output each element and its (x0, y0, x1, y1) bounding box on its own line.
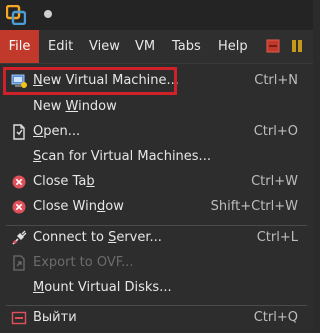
menu-item-label: Open... (33, 124, 81, 139)
status-dot (44, 10, 52, 18)
vmware-app-icon (6, 5, 26, 25)
menu-item-export-ovf[interactable]: Export to OVF... (0, 250, 313, 276)
export-icon (13, 255, 25, 271)
menu-item-label: Mount Virtual Disks... (33, 280, 172, 295)
exit-icon (11, 311, 27, 325)
menu-view[interactable]: View (89, 30, 120, 63)
menu-bar: File Edit View VM Tabs Help (0, 30, 313, 63)
menu-item-label: Выйти (33, 310, 77, 325)
menu-tabs[interactable]: Tabs (172, 30, 201, 63)
open-file-icon (13, 124, 25, 140)
menu-item-exit[interactable]: Выйти Ctrl+Q (0, 305, 313, 331)
menu-item-connect-server[interactable]: Connect to Server... Ctrl+L (0, 225, 313, 251)
close-icon (12, 175, 26, 189)
close-icon (12, 200, 26, 214)
menu-item-open[interactable]: Open... Ctrl+O (0, 119, 313, 145)
power-off-icon[interactable] (266, 39, 280, 53)
pause-icon[interactable] (290, 39, 304, 53)
shortcut-label: Ctrl+L (256, 230, 298, 245)
shortcut-label: Ctrl+N (254, 73, 298, 88)
menu-item-label: Export to OVF... (33, 255, 134, 270)
menu-item-scan[interactable]: Scan for Virtual Machines... (0, 144, 313, 170)
menu-item-mount-disks[interactable]: Mount Virtual Disks... (0, 275, 313, 301)
shortcut-label: Ctrl+W (251, 174, 298, 189)
menu-item-close-window[interactable]: Close Window Shift+Ctrl+W (0, 194, 313, 220)
menu-item-label: Scan for Virtual Machines... (33, 149, 211, 164)
menu-item-label: Close Window (33, 199, 124, 214)
menu-edit[interactable]: Edit (48, 30, 73, 63)
menu-help[interactable]: Help (218, 30, 248, 63)
menu-item-new-window[interactable]: New Window (0, 94, 313, 120)
menu-item-label: New Window (33, 99, 117, 114)
file-menu-dropdown: New Virtual Machine... Ctrl+N New Window… (0, 63, 313, 333)
highlight-annotation-box (3, 67, 177, 95)
menu-item-close-tab[interactable]: Close Tab Ctrl+W (0, 169, 313, 195)
menu-item-label: Connect to Server... (33, 230, 162, 245)
title-bar (0, 0, 313, 30)
connect-icon (12, 230, 27, 245)
menu-item-label: Close Tab (33, 174, 95, 189)
shortcut-label: Shift+Ctrl+W (210, 199, 298, 214)
menu-file[interactable]: File (0, 30, 39, 63)
shortcut-label: Ctrl+Q (253, 310, 298, 325)
shortcut-label: Ctrl+O (253, 124, 298, 139)
menu-vm[interactable]: VM (135, 30, 155, 63)
